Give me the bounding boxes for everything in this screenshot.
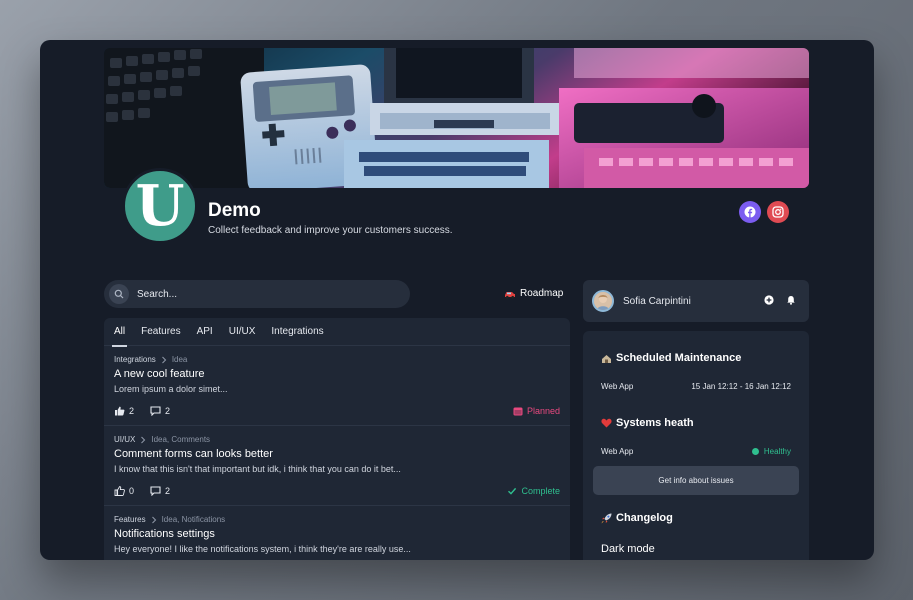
- post-item[interactable]: Integrations Idea A new cool feature Lor…: [104, 346, 570, 426]
- post-breadcrumb: Integrations Idea: [114, 355, 560, 364]
- facebook-button[interactable]: [739, 201, 761, 223]
- instagram-button[interactable]: [767, 201, 789, 223]
- status-badge: Planned: [513, 406, 560, 416]
- tab-integrations[interactable]: Integrations: [265, 318, 329, 346]
- post-tags: Idea, Notifications: [161, 515, 226, 524]
- thumbs-up-icon[interactable]: [114, 486, 125, 496]
- user-name: Sofia Carpintini: [623, 295, 691, 307]
- maintenance-app: Web App: [601, 382, 634, 391]
- heart-icon: [601, 418, 612, 428]
- health-app: Web App: [601, 447, 634, 456]
- search-icon: [109, 284, 129, 304]
- post-title[interactable]: Comment forms can looks better: [114, 448, 560, 460]
- tab-api[interactable]: API: [191, 318, 219, 346]
- facebook-icon: [744, 206, 756, 218]
- thumbs-up-icon[interactable]: [114, 406, 125, 416]
- post-excerpt: Lorem ipsum a dolor simet...: [114, 384, 228, 394]
- post-stats: 0 2: [114, 486, 170, 496]
- check-icon: [508, 487, 517, 495]
- search-input[interactable]: [137, 288, 377, 300]
- status-label: Complete: [521, 486, 560, 496]
- changelog-heading: Changelog: [601, 512, 673, 524]
- health-status: Healthy: [751, 447, 791, 456]
- tab-all[interactable]: All: [108, 318, 131, 347]
- post-category[interactable]: Integrations: [114, 355, 156, 364]
- post-stats: 2 2: [114, 406, 170, 416]
- comment-icon[interactable]: [150, 486, 161, 496]
- likes-count: 0: [129, 486, 135, 496]
- post-item[interactable]: UI/UX Idea, Comments Comment forms can l…: [104, 426, 570, 506]
- instagram-icon: [772, 206, 784, 218]
- search-bar[interactable]: [104, 280, 410, 308]
- post-title[interactable]: Notifications settings: [114, 528, 560, 540]
- health-status-label: Healthy: [763, 447, 791, 456]
- brand-name: Demo: [208, 200, 261, 221]
- user-card: Sofia Carpintini: [583, 280, 809, 322]
- category-tabs: All Features API UI/UX Integrations: [104, 318, 570, 347]
- avatar[interactable]: [592, 290, 614, 312]
- issues-info-button[interactable]: Get info about issues: [593, 466, 799, 495]
- comments-count: 2: [165, 486, 171, 496]
- post-tags: Idea, Comments: [151, 435, 211, 444]
- chevron-right-icon: [161, 356, 167, 363]
- status-badge: Complete: [507, 486, 560, 496]
- maintenance-heading: Scheduled Maintenance: [601, 352, 741, 364]
- calendar-icon: [513, 407, 523, 416]
- roadmap-label: Roadmap: [520, 288, 564, 299]
- bell-icon[interactable]: [786, 295, 796, 305]
- app-window: U Demo Collect feedback and improve your…: [40, 40, 874, 560]
- post-breadcrumb: Features Idea, Notifications: [114, 515, 560, 524]
- post-tags: Idea: [171, 355, 188, 364]
- post-excerpt: I know that this isn't that important bu…: [114, 464, 401, 474]
- health-heading: Systems heath: [601, 417, 694, 429]
- comments-count: 2: [165, 406, 171, 416]
- maintenance-window: 15 Jan 12:12 - 16 Jan 12:12: [691, 382, 791, 391]
- post-excerpt: Hey everyone! I like the notifications s…: [114, 544, 411, 554]
- likes-count: 2: [129, 406, 135, 416]
- post-item[interactable]: Features Idea, Notifications Notificatio…: [104, 506, 570, 560]
- cover-image: [104, 48, 809, 188]
- comment-icon[interactable]: [150, 406, 161, 416]
- post-breadcrumb: UI/UX Idea, Comments: [114, 435, 560, 444]
- post-category[interactable]: Features: [114, 515, 146, 524]
- brand-logo: U: [122, 168, 198, 244]
- construction-icon: [602, 354, 611, 363]
- post-title[interactable]: A new cool feature: [114, 368, 560, 380]
- add-icon[interactable]: [764, 295, 774, 305]
- changelog-entry-title[interactable]: Dark mode: [601, 543, 655, 555]
- feedback-feed: All Features API UI/UX Integrations Inte…: [104, 318, 570, 560]
- health-title: Systems heath: [616, 417, 694, 429]
- chevron-right-icon: [141, 436, 146, 443]
- maintenance-title: Scheduled Maintenance: [616, 352, 742, 364]
- roadmap-link[interactable]: Roadmap: [504, 288, 563, 299]
- changelog-title: Changelog: [616, 512, 673, 524]
- tab-features[interactable]: Features: [135, 318, 186, 346]
- rocket-icon: [601, 513, 612, 523]
- post-category[interactable]: UI/UX: [114, 435, 135, 444]
- brand-tagline: Collect feedback and improve your custom…: [208, 225, 453, 236]
- chevron-right-icon: [151, 516, 156, 523]
- status-panel: Scheduled Maintenance Web App 15 Jan 12:…: [583, 331, 809, 560]
- status-label: Planned: [526, 406, 560, 416]
- tab-ui-ux[interactable]: UI/UX: [223, 318, 262, 346]
- car-icon: [505, 291, 515, 298]
- cover-banner: [104, 48, 809, 188]
- status-dot: [751, 448, 759, 455]
